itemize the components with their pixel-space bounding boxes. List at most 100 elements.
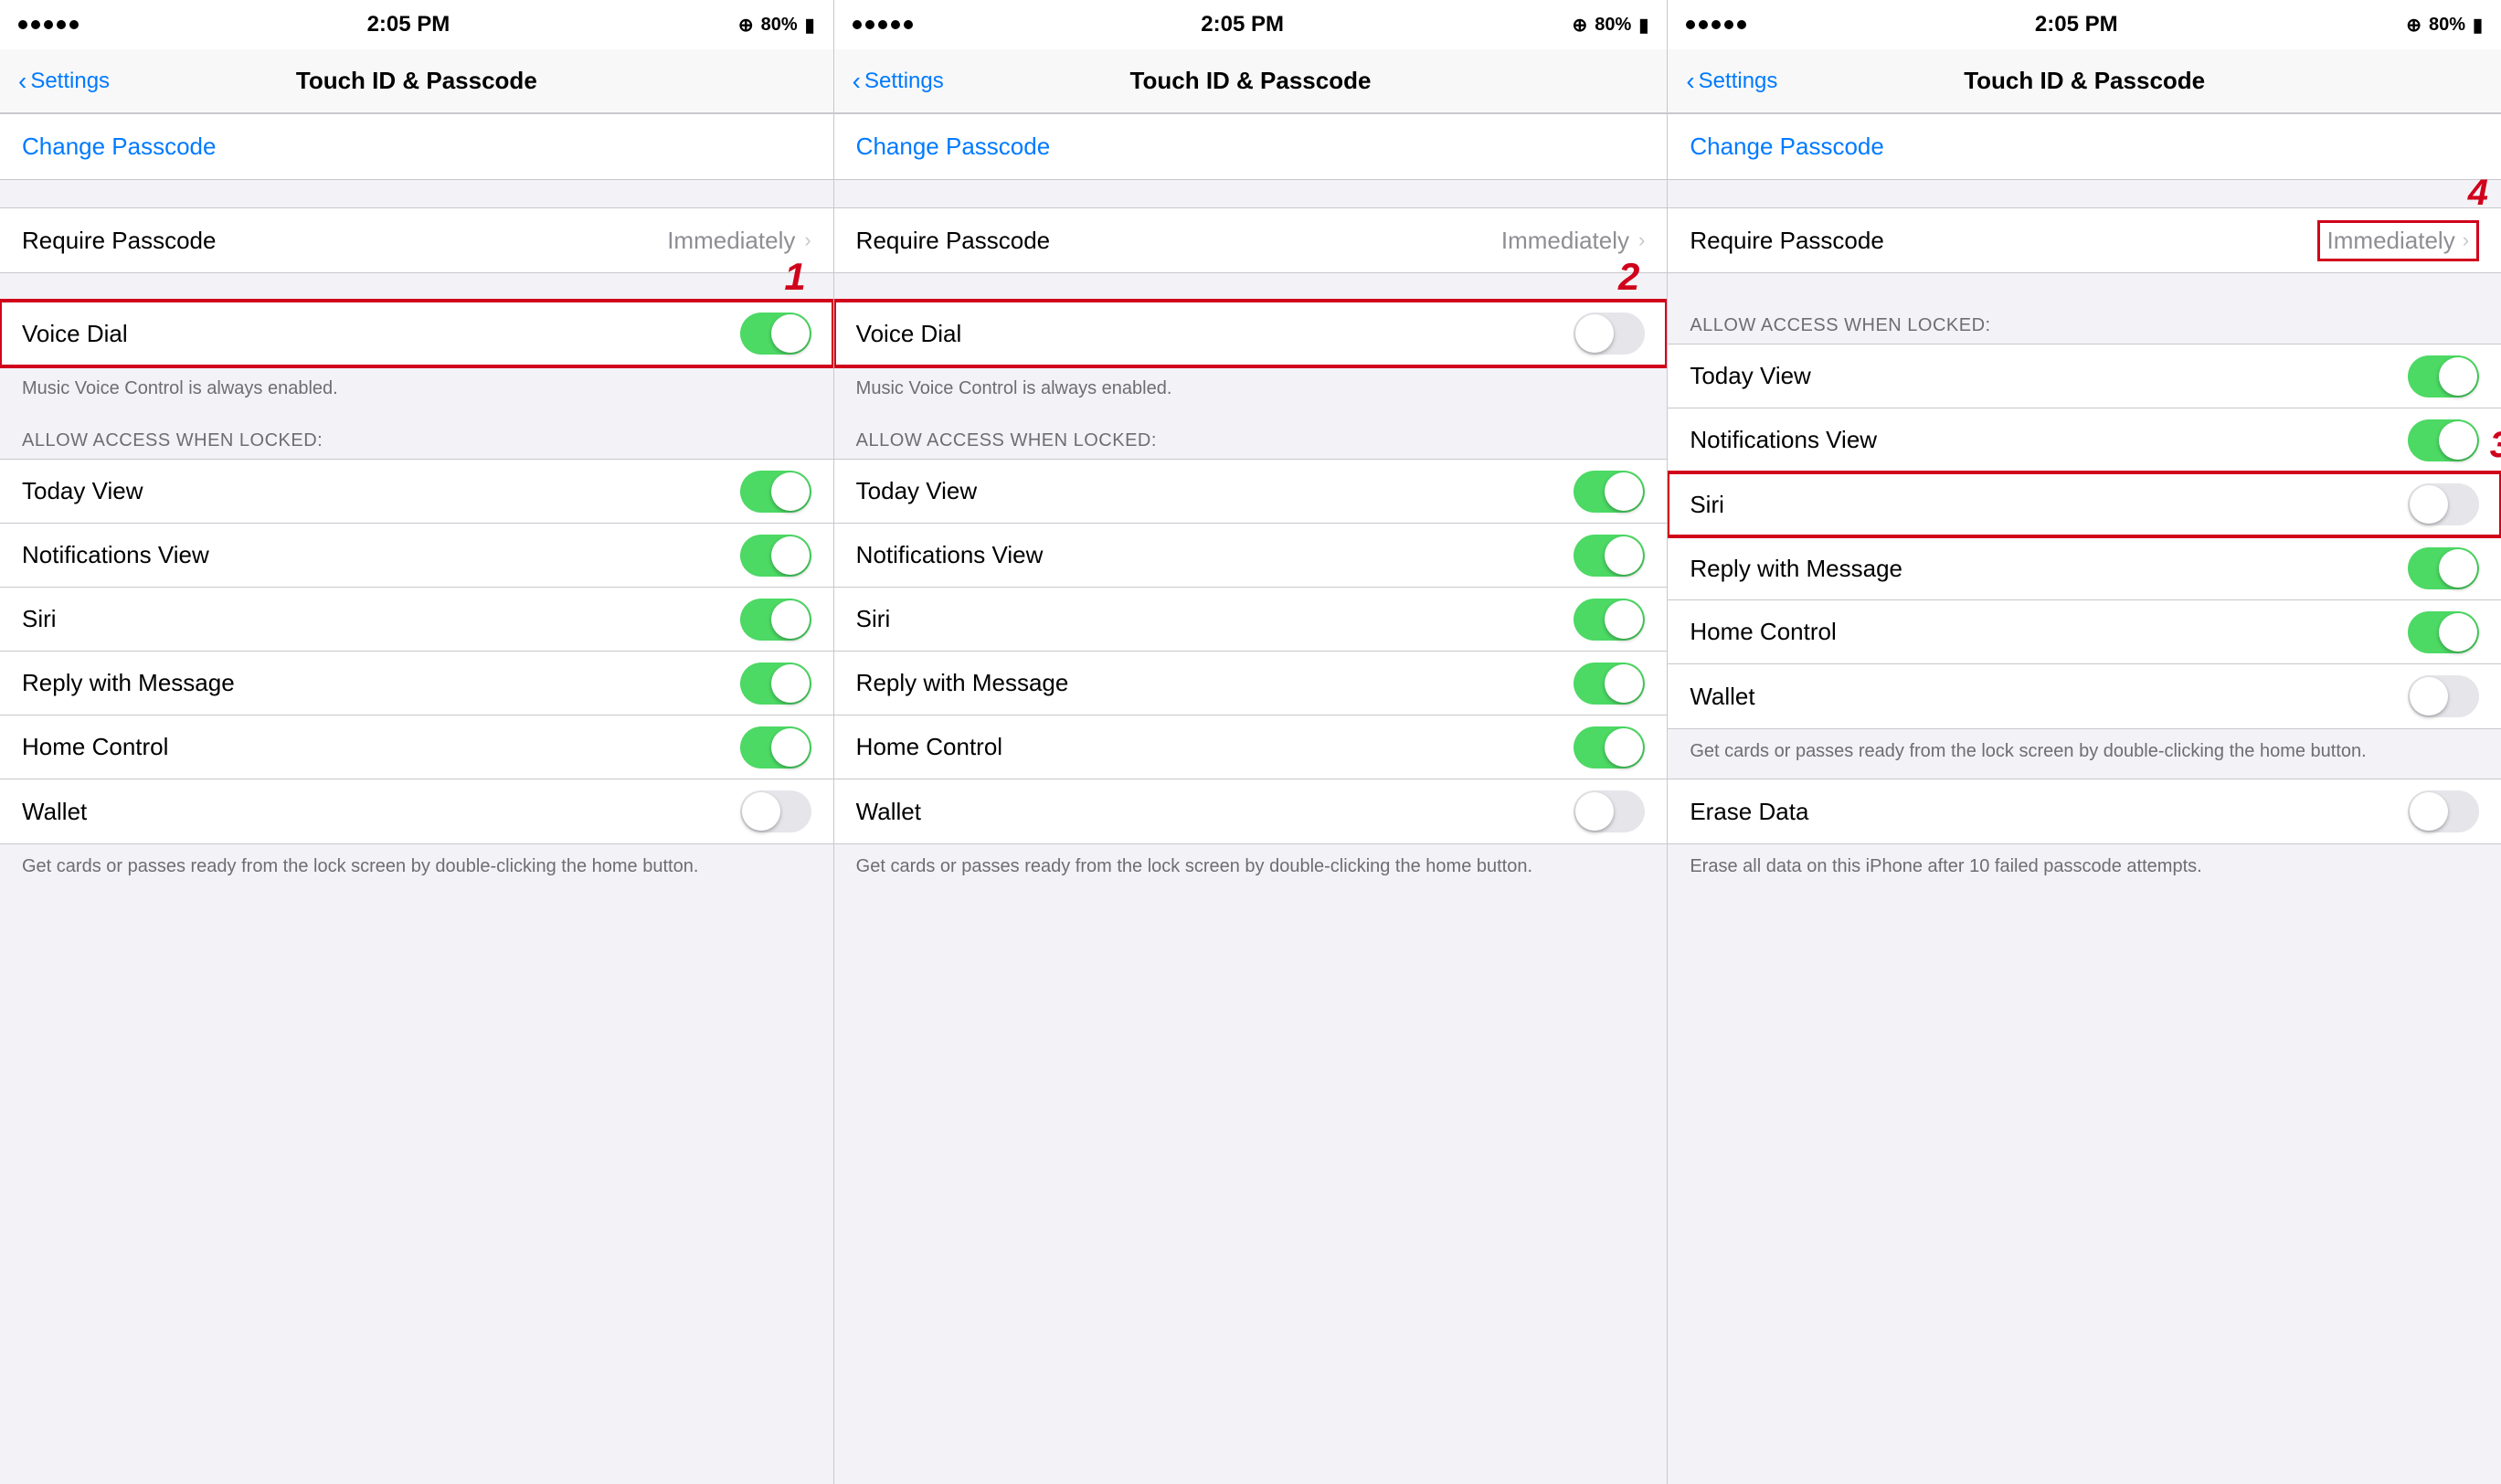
wallet-row-2[interactable]: Wallet — [834, 779, 1668, 843]
notifications-view-row-3[interactable]: Notifications View — [1668, 408, 2501, 472]
battery-text-3: 80% — [2429, 15, 2465, 36]
status-time-1: 2:05 PM — [367, 12, 450, 37]
nav-title-1: Touch ID & Passcode — [296, 67, 537, 95]
wallet-row-1[interactable]: Wallet — [0, 779, 833, 843]
allow-access-header-1: ALLOW ACCESS WHEN LOCKED: — [0, 416, 833, 459]
home-control-row-3[interactable]: Home Control — [1668, 600, 2501, 664]
gap-1 — [0, 180, 833, 207]
access-rows-3: Today View Notifications View Siri 3 Rep… — [1668, 344, 2501, 729]
nav-title-2: Touch ID & Passcode — [1130, 67, 1372, 95]
today-view-toggle-1[interactable] — [740, 471, 811, 513]
wallet-toggle-3[interactable] — [2408, 675, 2479, 717]
voice-dial-row-2[interactable]: Voice Dial — [834, 302, 1668, 366]
reply-message-toggle-2[interactable] — [1574, 662, 1645, 705]
reply-message-toggle-1[interactable] — [740, 662, 811, 705]
notifications-view-toggle-1[interactable] — [740, 535, 811, 577]
today-view-toggle-2[interactable] — [1574, 471, 1645, 513]
change-passcode-section-3: Change Passcode — [1668, 113, 2501, 180]
siri-toggle-1[interactable] — [740, 599, 811, 641]
siri-row-3[interactable]: Siri — [1668, 472, 2501, 536]
home-control-toggle-3[interactable] — [2408, 611, 2479, 653]
status-bar-1: 2:05 PM ⊕ 80% ▮ — [0, 0, 833, 49]
back-chevron-icon-3: ‹ — [1686, 67, 1694, 96]
today-view-row-2[interactable]: Today View — [834, 460, 1668, 524]
voice-dial-note-2: Music Voice Control is always enabled. — [834, 366, 1668, 416]
gap-6 — [1668, 273, 2501, 301]
status-right-2: ⊕ 80% ▮ — [1573, 14, 1649, 37]
require-passcode-value-2[interactable]: Immediately › — [1501, 227, 1645, 255]
back-button-2[interactable]: ‹ Settings — [853, 67, 944, 96]
today-view-row-3[interactable]: Today View — [1668, 344, 2501, 408]
siri-label-2: Siri — [856, 605, 891, 633]
reply-message-row-1[interactable]: Reply with Message — [0, 652, 833, 716]
siri-toggle-3[interactable] — [2408, 483, 2479, 525]
immediately-highlighted: Immediately › — [2317, 220, 2479, 261]
reply-message-row-2[interactable]: Reply with Message — [834, 652, 1668, 716]
require-passcode-row-2: Require Passcode Immediately › — [834, 208, 1668, 272]
content-1: Change Passcode Require Passcode Immedia… — [0, 113, 833, 1484]
dot1 — [18, 20, 27, 29]
today-view-toggle-3[interactable] — [2408, 355, 2479, 398]
wallet-toggle-1[interactable] — [740, 790, 811, 832]
erase-data-section: Erase Data — [1668, 779, 2501, 844]
status-left-2 — [853, 20, 913, 29]
home-control-row-2[interactable]: Home Control — [834, 716, 1668, 779]
back-button-1[interactable]: ‹ Settings — [18, 67, 110, 96]
erase-data-row[interactable]: Erase Data — [1668, 779, 2501, 843]
siri-toggle-2[interactable] — [1574, 599, 1645, 641]
require-passcode-value-1[interactable]: Immediately › — [667, 227, 811, 255]
dot3 — [44, 20, 53, 29]
require-passcode-value-3[interactable]: 4 Immediately › — [2317, 220, 2479, 261]
location-icon: ⊕ — [738, 14, 754, 37]
reply-message-label-3: Reply with Message — [1690, 555, 1902, 583]
require-passcode-chevron-3: › — [2463, 228, 2469, 252]
reply-message-row-3[interactable]: Reply with Message — [1668, 536, 2501, 600]
voice-dial-toggle-1[interactable] — [740, 313, 811, 355]
battery-text-2: 80% — [1595, 15, 1631, 36]
change-passcode-section-2: Change Passcode — [834, 113, 1668, 180]
erase-data-label: Erase Data — [1690, 798, 1808, 826]
siri-label-1: Siri — [22, 605, 57, 633]
signal-dots-3 — [1686, 20, 1746, 29]
notifications-view-toggle-3[interactable] — [2408, 419, 2479, 461]
change-passcode-link-1[interactable]: Change Passcode — [22, 132, 216, 160]
status-time-3: 2:05 PM — [2035, 12, 2118, 37]
panel-2: 2:05 PM ⊕ 80% ▮ ‹ Settings Touch ID & Pa… — [834, 0, 1669, 1484]
reply-message-toggle-3[interactable] — [2408, 547, 2479, 589]
nav-bar-3: ‹ Settings Touch ID & Passcode — [1668, 49, 2501, 113]
today-view-row-1[interactable]: Today View — [0, 460, 833, 524]
home-control-toggle-1[interactable] — [740, 726, 811, 768]
wallet-footer-3: Get cards or passes ready from the lock … — [1668, 729, 2501, 779]
back-label-3[interactable]: Settings — [1699, 69, 1778, 94]
voice-dial-container-2: Voice Dial 2 — [834, 301, 1668, 366]
wallet-toggle-2[interactable] — [1574, 790, 1645, 832]
reply-message-label-2: Reply with Message — [856, 669, 1069, 697]
home-control-toggle-2[interactable] — [1574, 726, 1645, 768]
signal-dots-2 — [853, 20, 913, 29]
erase-data-footer: Erase all data on this iPhone after 10 f… — [1668, 844, 2501, 894]
require-passcode-label-2: Require Passcode — [856, 227, 1050, 255]
back-chevron-icon-2: ‹ — [853, 67, 861, 96]
erase-data-toggle[interactable] — [2408, 790, 2479, 832]
siri-row-2[interactable]: Siri — [834, 588, 1668, 652]
back-label-2[interactable]: Settings — [864, 69, 944, 94]
battery-icon: ▮ — [805, 14, 815, 37]
voice-dial-toggle-2[interactable] — [1574, 313, 1645, 355]
battery-text: 80% — [761, 15, 798, 36]
siri-label-3: Siri — [1690, 491, 1724, 519]
change-passcode-link-3[interactable]: Change Passcode — [1690, 132, 1883, 160]
voice-dial-row-1[interactable]: Voice Dial — [0, 302, 833, 366]
notifications-view-row-1[interactable]: Notifications View — [0, 524, 833, 588]
siri-row-1[interactable]: Siri — [0, 588, 833, 652]
notifications-view-toggle-2[interactable] — [1574, 535, 1645, 577]
wallet-row-3[interactable]: Wallet — [1668, 664, 2501, 728]
change-passcode-link-2[interactable]: Change Passcode — [856, 132, 1050, 160]
home-control-row-1[interactable]: Home Control — [0, 716, 833, 779]
location-icon-3: ⊕ — [2406, 14, 2422, 37]
back-chevron-icon: ‹ — [18, 67, 26, 96]
notifications-view-label-2: Notifications View — [856, 541, 1044, 569]
back-label-1[interactable]: Settings — [30, 69, 110, 94]
back-button-3[interactable]: ‹ Settings — [1686, 67, 1777, 96]
notifications-view-row-2[interactable]: Notifications View — [834, 524, 1668, 588]
battery-icon-2: ▮ — [1638, 14, 1648, 37]
